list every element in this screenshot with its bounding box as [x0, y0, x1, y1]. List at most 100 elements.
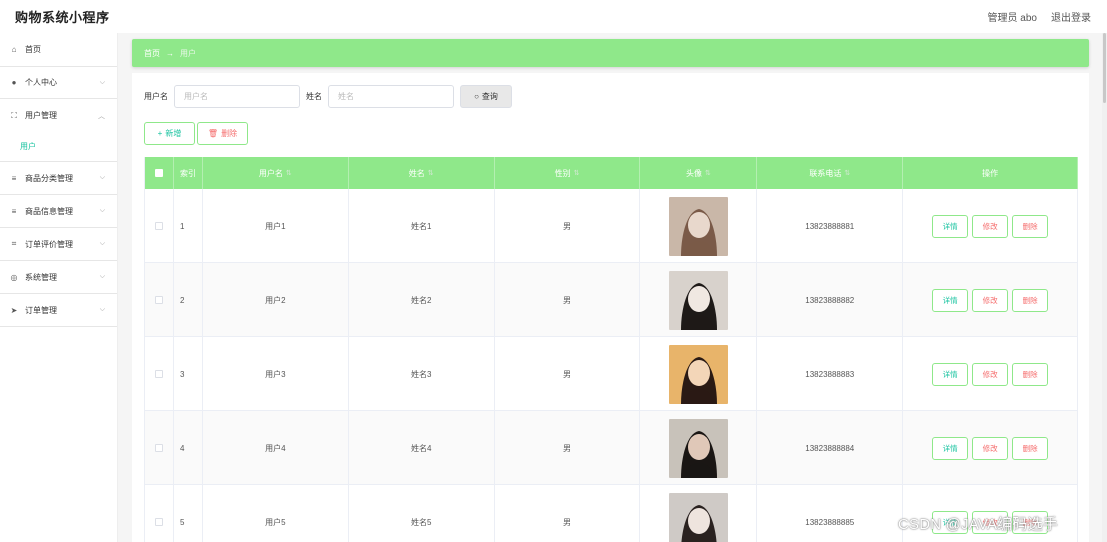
- ops-cell: 详情 修改 删除: [903, 411, 1078, 485]
- sidebar-item-category-management[interactable]: ≡ 商品分类管理 ⌵: [0, 162, 117, 195]
- chevron-down-icon: ⌵: [99, 78, 105, 86]
- sidebar-item-order-management[interactable]: ➤ 订单管理 ⌵: [0, 294, 117, 327]
- index-cell: 2: [174, 263, 203, 337]
- chevron-down-icon: ⌵: [99, 207, 105, 214]
- row-checkbox[interactable]: [154, 370, 163, 378]
- list-icon: ≡: [11, 206, 17, 216]
- breadcrumb-home[interactable]: 首页: [144, 48, 160, 59]
- globe-icon: ◎: [10, 272, 18, 282]
- name-value: 姓名3: [410, 369, 432, 379]
- search-icon: ○: [474, 92, 479, 101]
- edit-button[interactable]: 修改: [972, 288, 1009, 312]
- avatar[interactable]: [668, 418, 728, 478]
- main-content: 首页 → 用户 用户名 用户名 姓名 姓名 ○ 查询 + 新增 🗑 删除 索引 …: [118, 33, 1107, 542]
- sidebar-item-profile[interactable]: ● 个人中心 ⌵: [0, 66, 117, 99]
- row-checkbox[interactable]: [154, 518, 163, 526]
- row-select-cell: [145, 263, 174, 337]
- edit-button[interactable]: 修改: [972, 362, 1009, 386]
- search-row: 用户名 用户名 姓名 姓名 ○ 查询: [144, 85, 512, 108]
- table-row: 2 用户2 姓名2 男 13823888882 详情 修改 删除: [145, 263, 1078, 337]
- add-button-label: 新增: [165, 129, 182, 138]
- row-delete-button[interactable]: 删除: [1012, 288, 1049, 312]
- column-header-gender[interactable]: 性别 ⇅: [495, 157, 641, 189]
- detail-button[interactable]: 详情: [932, 436, 969, 460]
- page-scrollbar[interactable]: [1102, 33, 1107, 542]
- column-header-label: 头像: [685, 168, 702, 178]
- row-select-cell: [145, 189, 174, 263]
- gender-value: 男: [563, 221, 572, 231]
- avatar[interactable]: [668, 492, 728, 542]
- username-value: 用户5: [265, 517, 286, 527]
- index-value: 4: [179, 443, 185, 453]
- username-label: 用户名: [144, 92, 168, 101]
- sidebar-item-review-management[interactable]: ⌗ 订单评价管理 ⌵: [0, 228, 117, 261]
- row-delete-button[interactable]: 删除: [1012, 436, 1049, 460]
- avatar[interactable]: [668, 344, 728, 404]
- breadcrumb-current: 用户: [180, 48, 196, 58]
- column-header-username[interactable]: 用户名 ⇅: [203, 157, 349, 189]
- list-icon: ≡: [11, 173, 17, 183]
- name-cell: 姓名1: [349, 189, 495, 263]
- avatar-cell: [640, 337, 758, 411]
- scrollbar-thumb[interactable]: [1103, 33, 1106, 103]
- sidebar-item-home[interactable]: ⌂ 首页: [0, 33, 117, 66]
- row-delete-button[interactable]: 删除: [1012, 362, 1049, 386]
- phone-cell: 13823888881: [757, 189, 904, 263]
- sidebar-subitem-users[interactable]: 用户: [0, 132, 117, 162]
- index-cell: 4: [174, 411, 203, 485]
- index-cell: 1: [174, 189, 203, 263]
- table-row: 3 用户3 姓名3 男 13823888883 详情 修改 删除: [145, 337, 1078, 411]
- sort-icon[interactable]: ⇅: [428, 169, 434, 177]
- chevron-down-icon: ⌵: [99, 306, 105, 313]
- select-all-checkbox[interactable]: [154, 169, 163, 177]
- name-label: 姓名: [306, 92, 322, 101]
- add-button[interactable]: + 新增: [144, 122, 195, 145]
- phone-value: 13823888884: [805, 443, 855, 453]
- avatar-image: [668, 418, 728, 478]
- sidebar-item-system-management[interactable]: ◎ 系统管理 ⌵: [0, 261, 117, 294]
- sort-icon[interactable]: ⇅: [844, 169, 850, 177]
- edit-button[interactable]: 修改: [972, 214, 1009, 238]
- table-header: 索引 用户名 ⇅ 姓名 ⇅ 性别 ⇅ 头像 ⇅ 联系电话 ⇅ 操作: [145, 157, 1078, 189]
- name-input[interactable]: 姓名: [328, 85, 454, 108]
- detail-button[interactable]: 详情: [932, 214, 969, 238]
- username-cell: 用户2: [203, 263, 349, 337]
- index-cell: 5: [174, 485, 203, 542]
- delete-button[interactable]: 🗑 删除: [197, 122, 248, 145]
- username-input[interactable]: 用户名: [174, 85, 300, 108]
- edit-button[interactable]: 修改: [972, 436, 1009, 460]
- table-row: 4 用户4 姓名4 男 13823888884 详情 修改 删除: [145, 411, 1078, 485]
- username-cell: 用户4: [203, 411, 349, 485]
- detail-button[interactable]: 详情: [932, 362, 969, 386]
- gender-cell: 男: [495, 263, 641, 337]
- column-header-index: 索引: [174, 157, 203, 189]
- sort-icon[interactable]: ⇅: [705, 169, 711, 177]
- column-header-phone[interactable]: 联系电话 ⇅: [757, 157, 904, 189]
- column-header-label: 联系电话: [809, 168, 842, 178]
- column-header-label: 性别: [554, 168, 571, 178]
- row-checkbox[interactable]: [154, 444, 163, 452]
- row-checkbox[interactable]: [154, 222, 163, 230]
- name-value: 姓名4: [410, 443, 432, 453]
- row-delete-button[interactable]: 删除: [1012, 214, 1049, 238]
- phone-value: 13823888883: [805, 369, 855, 379]
- chevron-down-icon: ⌵: [99, 240, 105, 247]
- username-cell: 用户5: [203, 485, 349, 542]
- avatar[interactable]: [668, 196, 728, 256]
- column-header-avatar[interactable]: 头像 ⇅: [640, 157, 758, 189]
- sidebar-item-product-management[interactable]: ≡ 商品信息管理 ⌵: [0, 195, 117, 228]
- row-checkbox[interactable]: [154, 296, 163, 304]
- detail-button[interactable]: 详情: [932, 288, 969, 312]
- chevron-up-icon: ︿: [98, 112, 105, 120]
- avatar[interactable]: [668, 270, 728, 330]
- gender-value: 男: [563, 369, 572, 379]
- name-cell: 姓名3: [349, 337, 495, 411]
- column-header-name[interactable]: 姓名 ⇅: [349, 157, 495, 189]
- sidebar-item-user-management[interactable]: ⛶ 用户管理 ︿: [0, 99, 117, 132]
- sort-icon[interactable]: ⇅: [574, 169, 580, 177]
- avatar-cell: [640, 263, 758, 337]
- query-button[interactable]: ○ 查询: [460, 85, 512, 108]
- sort-icon[interactable]: ⇅: [286, 169, 292, 177]
- logout-link[interactable]: 退出登录: [1051, 9, 1091, 24]
- sidebar-item-label: 商品信息管理: [25, 206, 73, 216]
